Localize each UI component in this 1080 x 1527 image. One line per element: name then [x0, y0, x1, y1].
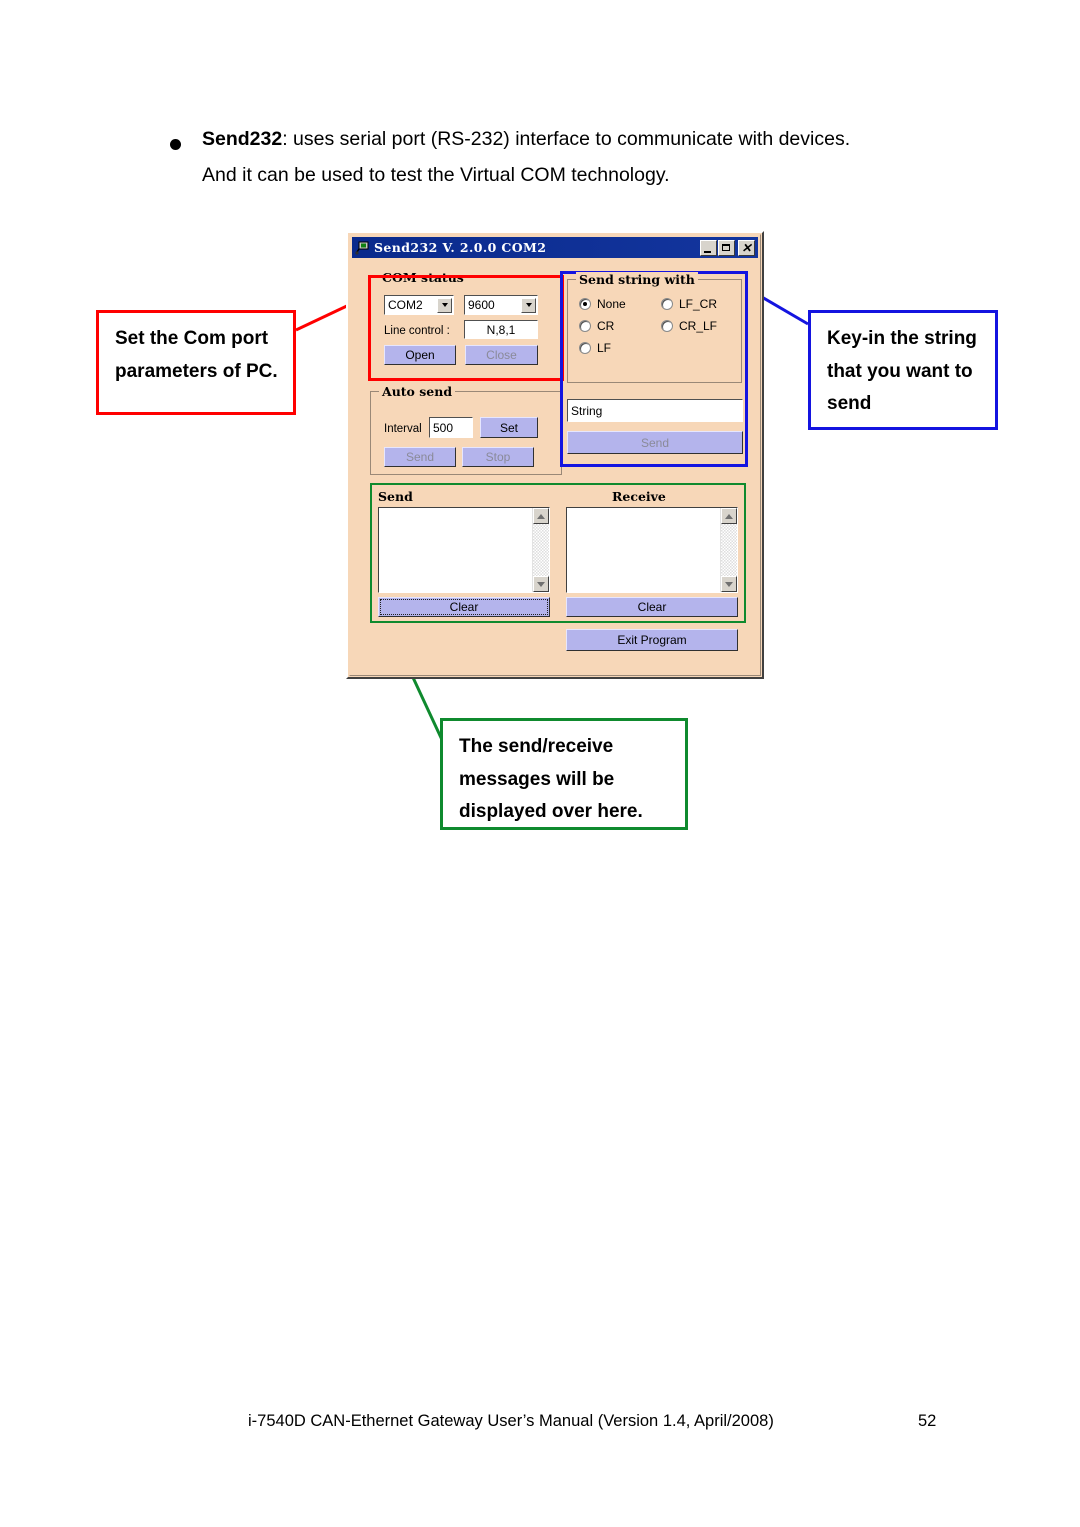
send-string-with-title: Send string with: [576, 272, 698, 287]
line-control-field: N,8,1: [464, 320, 538, 339]
receive-scrollbar[interactable]: [720, 508, 737, 592]
scroll-track[interactable]: [533, 524, 549, 576]
open-button[interactable]: Open: [384, 345, 456, 365]
exit-program-button[interactable]: Exit Program: [566, 629, 738, 651]
radio-none[interactable]: None: [579, 297, 626, 311]
radio-lf[interactable]: LF: [579, 341, 611, 355]
interval-label: Interval: [384, 423, 422, 435]
baud-rate-value: 9600: [468, 298, 495, 312]
scroll-up-icon[interactable]: [533, 508, 549, 524]
footer-manual-text: i-7540D CAN-Ethernet Gateway User’s Manu…: [248, 1412, 774, 1430]
chevron-down-icon[interactable]: [437, 297, 452, 313]
send232-window: Send232 V. 2.0.0 COM2 ✕ COM status COM2 …: [346, 231, 764, 679]
radio-icon: [579, 298, 591, 310]
intro-line-1: Send232: uses serial port (RS-232) inter…: [202, 128, 970, 151]
send-string-value: String: [571, 403, 603, 418]
auto-send-button[interactable]: Send: [384, 447, 456, 467]
auto-stop-button[interactable]: Stop: [462, 447, 534, 467]
radio-cr-label: CR: [597, 319, 615, 333]
scroll-down-icon[interactable]: [533, 576, 549, 592]
bullet-icon: [170, 139, 181, 150]
send-scrollbar[interactable]: [532, 508, 549, 592]
window-controls: ✕: [700, 239, 756, 256]
chevron-down-icon[interactable]: [521, 297, 536, 313]
scroll-down-icon[interactable]: [721, 576, 737, 592]
send-panel-header: Send: [378, 489, 413, 504]
send232-term: Send232: [202, 128, 283, 150]
interval-value: 500: [433, 420, 454, 435]
window-titlebar[interactable]: Send232 V. 2.0.0 COM2 ✕: [352, 237, 758, 258]
radio-cr-lf-label: CR_LF: [679, 319, 718, 333]
intro-line-1-rest: : uses serial port (RS-232) interface to…: [282, 128, 851, 150]
radio-cr[interactable]: CR: [579, 319, 614, 333]
radio-none-label: None: [597, 297, 626, 311]
window-title: Send232 V. 2.0.0 COM2: [374, 240, 547, 255]
receive-panel-header: Receive: [612, 489, 666, 504]
set-button[interactable]: Set: [480, 417, 538, 438]
app-icon: [355, 240, 371, 255]
close-icon[interactable]: ✕: [738, 239, 755, 256]
callout-com-port: Set the Com port parameters of PC.: [96, 310, 296, 415]
radio-icon: [661, 298, 673, 310]
maximize-icon[interactable]: [718, 239, 735, 256]
scroll-track[interactable]: [721, 524, 737, 576]
receive-textarea-body[interactable]: [567, 508, 720, 592]
radio-icon: [579, 342, 591, 354]
close-button[interactable]: Close: [465, 345, 538, 365]
send-clear-button[interactable]: Clear: [378, 597, 550, 617]
auto-send-title: Auto send: [379, 384, 456, 399]
radio-icon: [579, 320, 591, 332]
send-string-input[interactable]: String: [567, 399, 743, 422]
intro-line-2: And it can be used to test the Virtual C…: [202, 164, 670, 186]
radio-lf-cr[interactable]: LF_CR: [661, 297, 717, 311]
send-string-button[interactable]: Send: [567, 431, 743, 454]
line-control-label: Line control :: [384, 325, 450, 337]
minimize-icon[interactable]: [700, 239, 717, 256]
interval-input[interactable]: 500: [429, 417, 473, 438]
send-textarea[interactable]: [378, 507, 550, 593]
callout-messages: The send/receive messages will be displa…: [440, 718, 688, 830]
send-textarea-body[interactable]: [379, 508, 532, 592]
radio-icon: [661, 320, 673, 332]
radio-cr-lf[interactable]: CR_LF: [661, 319, 717, 333]
callout-key-in: Key-in the string that you want to send: [808, 310, 998, 430]
radio-lf-cr-label: LF_CR: [679, 297, 718, 311]
com-port-value: COM2: [388, 298, 423, 312]
line-control-value: N,8,1: [486, 322, 516, 337]
com-port-combobox[interactable]: COM2: [384, 295, 454, 315]
receive-textarea[interactable]: [566, 507, 738, 593]
footer-page-number: 52: [918, 1412, 937, 1430]
baud-rate-combobox[interactable]: 9600: [464, 295, 538, 315]
receive-clear-button[interactable]: Clear: [566, 597, 738, 617]
radio-lf-label: LF: [597, 341, 612, 355]
scroll-up-icon[interactable]: [721, 508, 737, 524]
